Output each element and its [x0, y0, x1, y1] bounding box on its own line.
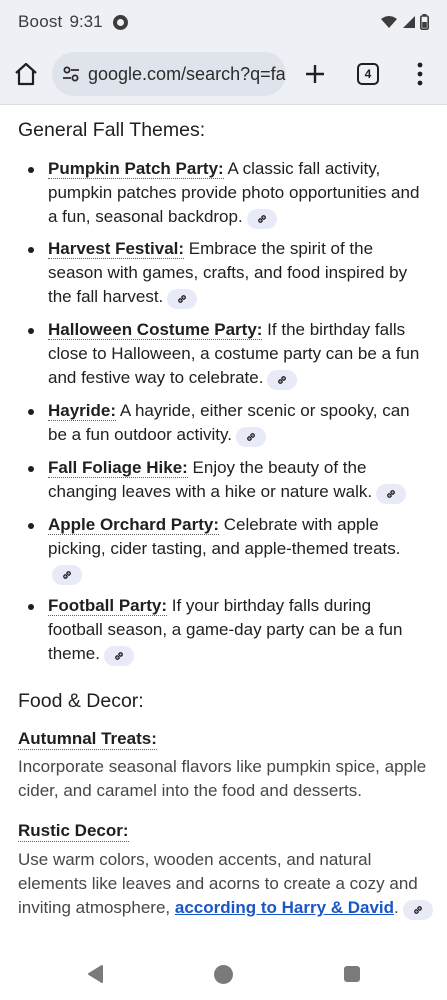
status-icons [380, 14, 429, 30]
status-bar: Boost 9:31 [0, 0, 447, 44]
system-navigation-bar [0, 950, 447, 1000]
term-link[interactable]: Apple Orchard Party: [48, 515, 219, 535]
bullet [28, 466, 34, 472]
link-icon [413, 906, 422, 914]
url-text[interactable]: google.com/search?q=fa [88, 64, 286, 85]
bullet [28, 247, 34, 253]
notification-badge-icon [112, 14, 128, 30]
section-heading-fall-themes: General Fall Themes: [18, 119, 206, 141]
browser-toolbar: google.com/search?q=fa 4 [0, 44, 447, 105]
term-link[interactable]: Fall Foliage Hike: [48, 458, 188, 478]
link-icon [63, 571, 71, 579]
carrier-label: Boost [18, 12, 63, 31]
bullet [28, 604, 34, 610]
list-item: Hayride: A hayride, either scenic or spo… [28, 399, 430, 447]
sub-heading-autumnal-treats[interactable]: Autumnal Treats: [18, 729, 157, 750]
term-link[interactable]: Pumpkin Patch Party: [48, 159, 224, 179]
source-link-chip[interactable] [376, 484, 407, 504]
source-link-chip[interactable] [52, 565, 82, 585]
term-link[interactable]: Football Party: [48, 596, 168, 616]
bullet [28, 409, 34, 415]
link-icon [278, 376, 287, 384]
source-link-chip[interactable] [103, 646, 134, 666]
site-settings-icon[interactable] [61, 64, 81, 84]
term-link[interactable]: Halloween Costume Party: [48, 320, 263, 340]
paragraph-end: . [394, 898, 399, 917]
home-icon[interactable] [13, 61, 39, 87]
source-link-chip[interactable] [402, 900, 433, 920]
signal-icon [403, 16, 415, 28]
link-icon [387, 490, 395, 498]
bullet [28, 167, 34, 173]
list-item: Football Party: If your birthday falls d… [28, 594, 430, 666]
source-link-chip[interactable] [167, 289, 198, 309]
new-tab-plus-icon[interactable] [302, 61, 328, 87]
tab-count: 4 [364, 67, 372, 81]
bullet [28, 328, 34, 334]
list-item: Apple Orchard Party: Celebrate with appl… [28, 513, 430, 585]
link-icon [178, 295, 187, 303]
list-item: Pumpkin Patch Party: A classic fall acti… [28, 157, 430, 229]
recents-icon[interactable] [344, 966, 360, 982]
battery-icon [420, 14, 429, 30]
list-item: Harvest Festival: Embrace the spirit of … [28, 237, 430, 309]
source-link-chip[interactable] [235, 427, 266, 447]
paragraph-autumnal-treats: Incorporate seasonal flavors like pumpki… [18, 757, 427, 800]
sub-heading-rustic-decor[interactable]: Rustic Decor: [18, 821, 129, 842]
wifi-icon [381, 16, 397, 28]
link-icon [247, 433, 255, 441]
source-link-chip[interactable] [267, 370, 298, 390]
back-icon[interactable] [86, 964, 104, 984]
term-link[interactable]: Harvest Festival: [48, 239, 185, 259]
bullet [28, 523, 34, 529]
source-link[interactable]: according to Harry & David [175, 898, 394, 917]
more-menu-icon[interactable] [410, 61, 430, 87]
list-item: Halloween Costume Party: If the birthday… [28, 318, 430, 390]
tab-switcher-button[interactable]: 4 [357, 63, 379, 85]
page-content: General Fall Themes: Pumpkin Patch Party… [0, 105, 447, 950]
link-icon [257, 215, 266, 223]
source-link-chip[interactable] [246, 209, 277, 229]
term-link[interactable]: Hayride: [48, 401, 117, 421]
home-nav-icon[interactable] [214, 965, 233, 984]
address-bar[interactable]: google.com/search?q=fa [52, 52, 286, 96]
section-heading-food-decor: Food & Decor: [18, 690, 144, 712]
clock: 9:31 [69, 12, 103, 31]
paragraph-rustic-decor: Use warm colors, wooden accents, and nat… [18, 848, 434, 920]
link-icon [115, 652, 123, 660]
list-item: Fall Foliage Hike: Enjoy the beauty of t… [28, 456, 430, 504]
